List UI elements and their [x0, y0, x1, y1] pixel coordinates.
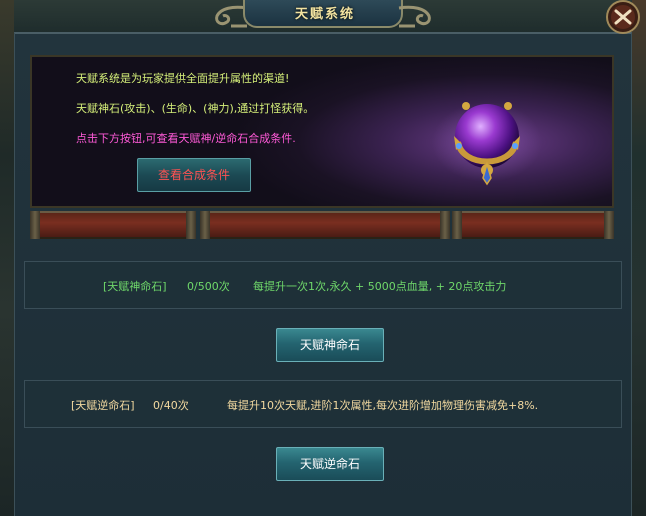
close-button[interactable]: [603, 0, 643, 36]
talent-orb-icon: [432, 102, 542, 186]
window-title: 天赋系统: [294, 7, 355, 22]
bar-segment: [30, 211, 196, 239]
window-title-tab: 天赋系统: [213, 0, 433, 32]
bar-cap: [452, 211, 462, 239]
row-name: [天赋逆命石]: [71, 399, 135, 412]
view-conditions-button[interactable]: 查看合成条件: [137, 158, 251, 192]
bar-cap: [440, 211, 450, 239]
talent-row-god-stone: [天赋神命石] 0/500次 每提升一次1次,永久 + 5000点血量, + 2…: [24, 261, 622, 309]
info-line-hint: 点击下方按钮,可查看天赋神/逆命石合成条件.: [76, 132, 296, 145]
row-count: 0/500次: [187, 280, 230, 293]
row-description: 每提升一次1次,永久 + 5000点血量, + 20点攻击力: [253, 280, 507, 293]
bar-segment: [200, 211, 450, 239]
reverse-stone-button[interactable]: 天赋逆命石: [276, 447, 384, 481]
decorative-bar-strip: [30, 211, 614, 239]
title-plate: 天赋系统: [243, 0, 403, 28]
info-banner: 天赋系统是为玩家提供全面提升属性的渠道! 天赋神石(攻击)、(生命)、(神力),…: [30, 55, 614, 208]
bar-cap: [30, 211, 40, 239]
scroll-ornament-right-icon: [398, 5, 431, 28]
right-backdrop: [632, 0, 646, 516]
bar-cap: [200, 211, 210, 239]
bar-segment: [452, 211, 614, 239]
row-description: 每提升10次天赋,进阶1次属性,每次进阶增加物理伤害减免+8%.: [227, 399, 539, 412]
bar-cap: [186, 211, 196, 239]
row-name: [天赋神命石]: [103, 280, 167, 293]
bar-cap: [604, 211, 614, 239]
god-stone-button[interactable]: 天赋神命石: [276, 328, 384, 362]
info-line-stones: 天赋神石(攻击)、(生命)、(神力),通过打怪获得。: [76, 102, 315, 115]
left-backdrop: [0, 0, 14, 516]
row-count: 0/40次: [153, 399, 189, 412]
talent-row-reverse-stone: [天赋逆命石] 0/40次 每提升10次天赋,进阶1次属性,每次进阶增加物理伤害…: [24, 380, 622, 428]
info-line-intro: 天赋系统是为玩家提供全面提升属性的渠道!: [76, 72, 290, 85]
